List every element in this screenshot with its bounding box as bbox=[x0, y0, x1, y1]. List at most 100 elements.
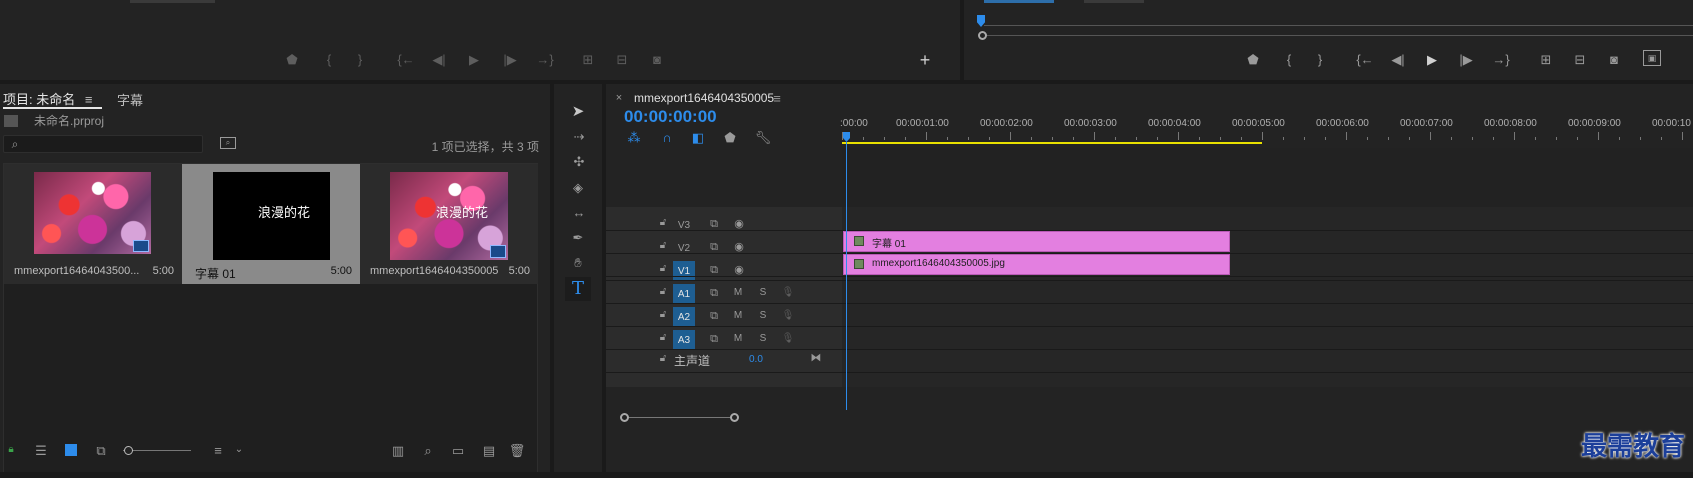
lock-icon[interactable]: 🔓︎ bbox=[658, 218, 668, 228]
export-frame-icon[interactable]: ◙ bbox=[1606, 52, 1622, 66]
program-scroll-track[interactable] bbox=[980, 35, 1693, 36]
razor-tool-icon[interactable]: ◈ bbox=[570, 180, 586, 194]
track-target-a3[interactable]: A3 bbox=[673, 330, 695, 350]
title-clip[interactable]: 字幕 01 bbox=[843, 231, 1230, 252]
export-frame-icon[interactable]: ◙ bbox=[649, 52, 665, 66]
new-item-icon[interactable]: ▤ bbox=[482, 443, 496, 457]
new-search-bin-icon[interactable]: ⌕ bbox=[220, 137, 236, 149]
automate-to-sequence-icon[interactable]: ▥ bbox=[389, 444, 407, 457]
solo-button[interactable]: S bbox=[757, 333, 769, 345]
sync-lock-icon[interactable]: ⧉ bbox=[707, 333, 721, 345]
mute-button[interactable]: M bbox=[732, 310, 744, 322]
panel-menu-icon[interactable]: ≡ bbox=[85, 92, 93, 107]
sync-lock-icon[interactable]: ⧉ bbox=[707, 241, 721, 253]
icon-view-icon[interactable] bbox=[65, 444, 77, 456]
solo-button[interactable]: S bbox=[757, 310, 769, 322]
sequence-tab[interactable]: mmexport1646404350005 bbox=[634, 91, 774, 105]
add-button-icon[interactable]: + bbox=[918, 51, 932, 69]
lock-icon[interactable]: 🔓︎ bbox=[658, 264, 668, 274]
chevron-down-icon[interactable]: ⌄ bbox=[234, 444, 244, 456]
mute-button[interactable]: M bbox=[732, 333, 744, 345]
timeline-scroll-track[interactable] bbox=[624, 417, 738, 418]
track-target-v2[interactable]: V2 bbox=[673, 238, 695, 258]
image-clip[interactable]: mmexport1646404350005.jpg bbox=[843, 254, 1230, 275]
zoom-slider-handle[interactable] bbox=[124, 446, 133, 455]
microphone-icon[interactable]: 🎙︎ bbox=[782, 333, 795, 345]
tab-project[interactable]: 项目: 未命名 ≡ bbox=[3, 89, 103, 109]
timeline-scroll-handle-right[interactable] bbox=[730, 413, 739, 422]
nest-sequence-icon[interactable]: ⁂ bbox=[627, 130, 641, 144]
track-target-a2[interactable]: A2 bbox=[673, 307, 695, 327]
trash-icon[interactable]: 🗑︎ bbox=[509, 443, 526, 457]
mute-button[interactable]: M bbox=[732, 287, 744, 299]
lock-icon[interactable]: 🔓︎ bbox=[658, 310, 668, 320]
find-icon[interactable]: ⌕ bbox=[421, 443, 435, 457]
new-bin-icon[interactable]: ▭ bbox=[450, 444, 466, 457]
pen-tool-icon[interactable]: ✒ bbox=[570, 230, 586, 244]
wrench-icon[interactable]: 🔧︎ bbox=[755, 130, 772, 144]
mark-in-icon[interactable]: { bbox=[1282, 52, 1296, 66]
sync-lock-icon[interactable]: ⧉ bbox=[707, 218, 721, 230]
overwrite-icon[interactable]: ⊟ bbox=[613, 52, 631, 66]
sync-lock-icon[interactable]: ⧉ bbox=[707, 310, 721, 322]
step-forward-icon[interactable]: |▶ bbox=[503, 52, 517, 66]
linked-selection-icon[interactable]: ◧ bbox=[691, 130, 705, 144]
zoom-slider[interactable] bbox=[123, 450, 191, 451]
playhead-line[interactable] bbox=[846, 142, 847, 410]
lock-icon[interactable]: 🔓︎ bbox=[658, 287, 668, 297]
sync-lock-icon[interactable]: ⧉ bbox=[707, 287, 721, 299]
go-to-out-icon[interactable]: →} bbox=[1492, 52, 1510, 66]
play-icon[interactable]: ▶ bbox=[1425, 52, 1439, 66]
search-input[interactable]: ⌕ bbox=[3, 135, 203, 153]
hand-tool-icon[interactable]: ✋︎ bbox=[570, 254, 586, 270]
insert-icon[interactable]: ⊞ bbox=[579, 52, 597, 66]
mark-in-icon[interactable]: { bbox=[322, 52, 336, 66]
freeform-view-icon[interactable]: ⧉ bbox=[92, 444, 110, 457]
sync-lock-icon[interactable]: ⧉ bbox=[707, 264, 721, 276]
microphone-icon[interactable]: 🎙︎ bbox=[782, 310, 795, 322]
step-forward-icon[interactable]: |▶ bbox=[1458, 52, 1474, 66]
master-end-icon[interactable]: ⧓ bbox=[809, 352, 823, 364]
time-ruler[interactable]: :00:00 00:00:01:00 00:00:02:00 00:00:03:00 0… bbox=[840, 114, 1693, 146]
add-marker-icon[interactable]: ⬟ bbox=[724, 130, 736, 144]
track-target-v3[interactable]: V3 bbox=[673, 215, 695, 235]
step-back-icon[interactable]: ◀| bbox=[432, 52, 446, 66]
eye-icon[interactable]: ◉ bbox=[732, 218, 746, 230]
extract-icon[interactable]: ⊟ bbox=[1571, 52, 1589, 66]
step-back-icon[interactable]: ◀| bbox=[1390, 52, 1406, 66]
project-item-selected[interactable]: 浪漫的花 字幕 01 5:00 bbox=[182, 164, 360, 284]
snap-icon[interactable]: ∩ bbox=[660, 130, 674, 144]
type-tool-icon[interactable]: T bbox=[565, 277, 591, 301]
lift-icon[interactable]: ⊞ bbox=[1537, 52, 1555, 66]
list-view-icon[interactable]: ☰ bbox=[33, 444, 49, 457]
work-area-bar[interactable] bbox=[842, 142, 1262, 144]
close-icon[interactable]: × bbox=[614, 92, 624, 103]
lock-icon[interactable]: 🔒︎ bbox=[6, 445, 16, 455]
track-target-v1[interactable]: V1 bbox=[673, 261, 695, 281]
ripple-edit-tool-icon[interactable]: ✣ bbox=[570, 154, 588, 168]
panel-menu-icon[interactable]: ≡ bbox=[771, 91, 783, 105]
marker-icon[interactable]: ⬟ bbox=[285, 52, 299, 66]
program-scroll-handle[interactable] bbox=[978, 31, 987, 40]
go-to-in-icon[interactable]: {← bbox=[397, 52, 414, 66]
marker-icon[interactable]: ⬟ bbox=[1246, 52, 1260, 66]
sort-icon[interactable]: ≡ bbox=[210, 444, 226, 457]
eye-icon[interactable]: ◉ bbox=[732, 241, 746, 253]
lock-icon[interactable]: 🔓︎ bbox=[658, 241, 668, 251]
selection-tool-icon[interactable]: ➤ bbox=[570, 103, 586, 119]
master-volume-value[interactable]: 0.0 bbox=[749, 354, 763, 365]
slip-tool-icon[interactable]: ↔ bbox=[569, 205, 589, 219]
tab-captions[interactable]: 字幕 bbox=[117, 90, 143, 109]
go-to-in-icon[interactable]: {← bbox=[1356, 52, 1374, 66]
lock-icon[interactable]: 🔓︎ bbox=[658, 354, 668, 364]
timeline-scroll-handle-left[interactable] bbox=[620, 413, 629, 422]
playhead-timecode[interactable]: 00:00:00:00 bbox=[624, 107, 717, 127]
go-to-out-icon[interactable]: →} bbox=[536, 52, 553, 66]
solo-button[interactable]: S bbox=[757, 287, 769, 299]
track-target-a1[interactable]: A1 bbox=[673, 284, 695, 304]
project-item[interactable]: 浪漫的花 mmexport1646404350005 5:00 bbox=[360, 164, 538, 284]
eye-icon[interactable]: ◉ bbox=[732, 264, 746, 276]
lock-icon[interactable]: 🔓︎ bbox=[658, 333, 668, 343]
mark-out-icon[interactable]: } bbox=[353, 52, 367, 66]
project-item[interactable]: mmexport16464043500... 5:00 bbox=[4, 164, 182, 284]
